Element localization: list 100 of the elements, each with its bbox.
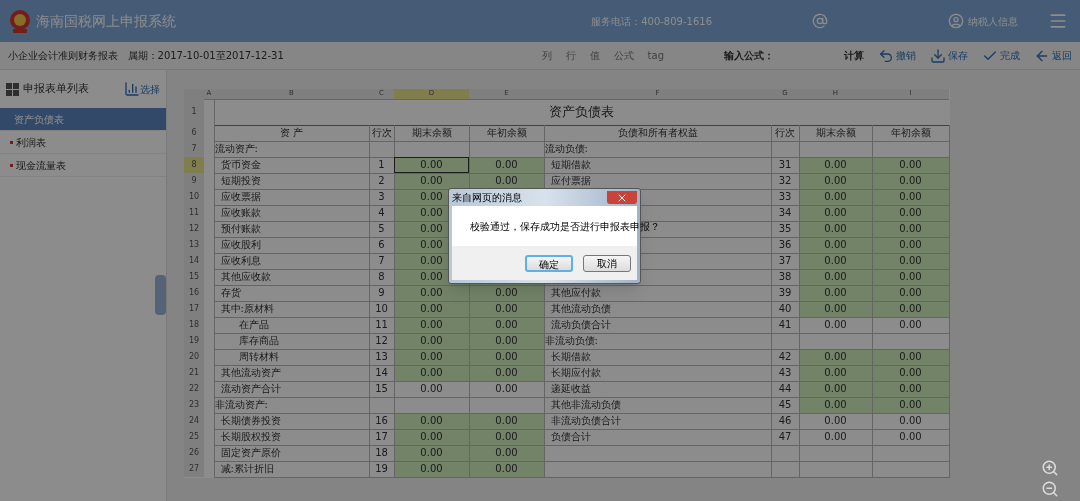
tool-button[interactable]: tag (647, 48, 664, 63)
toolbar-action[interactable]: 返回 (1034, 47, 1072, 64)
table-cell: 44 (771, 381, 799, 397)
grid-icon (6, 82, 19, 96)
tool-button[interactable]: 值 (589, 48, 600, 63)
formula-label: 输入公式： (724, 49, 774, 63)
table-cell: 递延收益 (544, 381, 771, 397)
dialog-button[interactable]: 确定 (525, 254, 573, 272)
table-cell: 其他应收款 (214, 269, 369, 285)
table-cell: 应收利息 (214, 253, 369, 269)
table-cell: 6 (369, 237, 394, 253)
table-cell: 32 (771, 173, 799, 189)
table-cell: 5 (369, 221, 394, 237)
table-cell: 流动负债合计 (544, 317, 771, 333)
row-number: 13 (184, 237, 204, 253)
row-number: 23 (184, 397, 204, 413)
user-icon[interactable] (948, 13, 964, 29)
column-heading: 行次 (369, 125, 394, 141)
table-cell: 14 (369, 365, 394, 381)
row-number: 12 (184, 221, 204, 237)
table-cell: 45 (771, 397, 799, 413)
table-cell: 13 (369, 349, 394, 365)
column-heading: 年初余额 (469, 125, 544, 141)
table-cell: 存货 (214, 285, 369, 301)
table-cell: 7 (369, 253, 394, 269)
sidebar-item[interactable]: 现金流量表 (0, 154, 166, 177)
table-cell: 46 (771, 413, 799, 429)
toolbar-action[interactable]: 撤销 (878, 47, 916, 64)
row-number: 16 (184, 285, 204, 301)
table-cell: 2 (369, 173, 394, 189)
table-cell: 长期债券投资 (214, 413, 369, 429)
row-number: 10 (184, 189, 204, 205)
table-cell: 15 (369, 381, 394, 397)
row-number: 8 (184, 157, 204, 173)
table-cell: 库存商品 (214, 333, 369, 349)
toolbar-action[interactable]: 计算 (844, 48, 864, 63)
table-cell: 9 (369, 285, 394, 301)
table-cell: 35 (771, 221, 799, 237)
select-button[interactable]: 选择 (124, 81, 160, 97)
bullet-icon (10, 140, 13, 144)
table-cell: 33 (771, 189, 799, 205)
table-cell[interactable]: 0.00 (394, 157, 469, 173)
dialog-button[interactable]: 取消 (583, 254, 631, 272)
emblem-logo (8, 8, 32, 34)
table-cell: 减:累计折旧 (214, 461, 369, 477)
close-button[interactable] (607, 191, 637, 204)
table-cell: 41 (771, 317, 799, 333)
row-number: 19 (184, 333, 204, 349)
column-heading: 期末余额 (394, 125, 469, 141)
sidebar-title: 申报表单列表 (23, 80, 89, 97)
table-cell: 18 (369, 445, 394, 461)
row-number: 25 (184, 429, 204, 445)
dialog-message: 校验通过，保存成功是否进行申报表申报？ (470, 219, 660, 234)
row-number: 14 (184, 253, 204, 269)
row-number: 26 (184, 445, 204, 461)
menu-icon[interactable] (1048, 11, 1068, 31)
table-cell: 应收股利 (214, 237, 369, 253)
tool-button[interactable]: 行 (565, 48, 576, 63)
table-cell: 其他流动负债 (544, 301, 771, 317)
table-cell: 3 (369, 189, 394, 205)
table-cell: 11 (369, 317, 394, 333)
row-number: 1 (184, 99, 204, 125)
table-cell: 34 (771, 205, 799, 221)
table-cell: 42 (771, 349, 799, 365)
table-cell: 其他流动资产 (214, 365, 369, 381)
bullet-icon (10, 163, 13, 167)
table-cell: 19 (369, 461, 394, 477)
table-cell: 其他应付款 (544, 285, 771, 301)
table-cell: 38 (771, 269, 799, 285)
at-icon[interactable] (812, 13, 828, 29)
row-number: 6 (184, 125, 204, 141)
column-heading: 期末余额 (799, 125, 872, 141)
sidebar-item[interactable]: 利润表 (0, 131, 166, 154)
table-cell: 在产品 (214, 317, 369, 333)
sidebar-item[interactable]: 资产负债表 (0, 108, 166, 131)
table-cell: 其中:原材料 (214, 301, 369, 317)
row-number: 21 (184, 365, 204, 381)
zoom-in-icon[interactable] (1041, 459, 1059, 477)
tool-button[interactable]: 列 (541, 48, 552, 63)
undo-icon (878, 47, 894, 64)
row-number: 24 (184, 413, 204, 429)
row-number: 9 (184, 173, 204, 189)
table-cell: 8 (369, 269, 394, 285)
toolbar-action[interactable]: 完成 (982, 47, 1020, 64)
sidebar-handle[interactable] (155, 275, 166, 315)
table-cell: 应收票据 (214, 189, 369, 205)
table-cell: 货币资金 (214, 157, 369, 173)
row-number: 18 (184, 317, 204, 333)
zoom-out-icon[interactable] (1041, 480, 1059, 498)
table-cell: 12 (369, 333, 394, 349)
table-cell: 非流动负债: (544, 333, 771, 349)
table-cell: 39 (771, 285, 799, 301)
toolbar-action[interactable]: 保存 (930, 47, 968, 64)
table-cell: 流动资产: (214, 141, 369, 157)
table-cell: 短期投资 (214, 173, 369, 189)
column-heading: 负债和所有者权益 (544, 125, 771, 141)
sheet-title: 资产负债表 (214, 99, 949, 125)
table-cell: 16 (369, 413, 394, 429)
download-icon (930, 47, 946, 64)
tool-button[interactable]: 公式 (613, 48, 634, 63)
